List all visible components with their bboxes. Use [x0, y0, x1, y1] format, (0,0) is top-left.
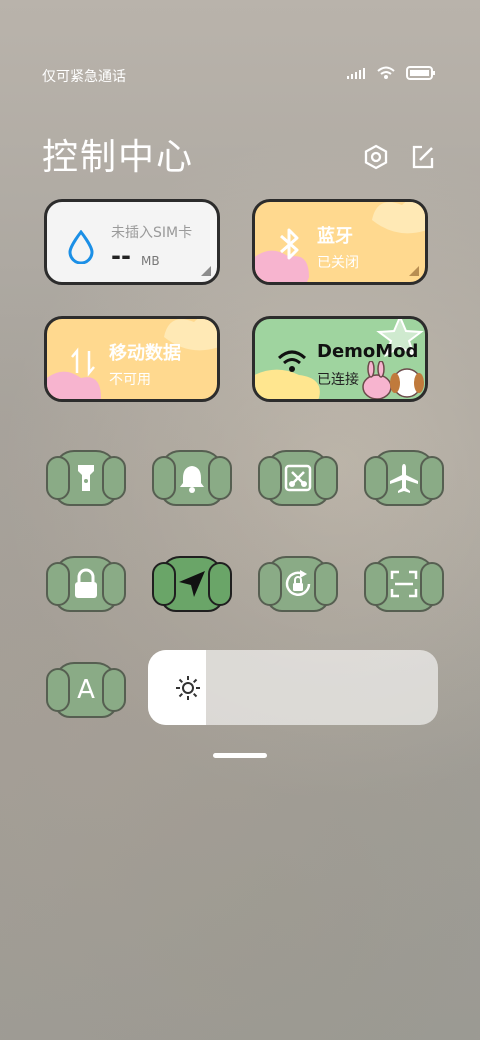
screenshot-toggle[interactable] [258, 450, 338, 506]
ear-decoration [364, 456, 388, 500]
scan-icon [390, 570, 418, 598]
auto-brightness-toggle[interactable]: A [46, 662, 126, 718]
data-usage-tile[interactable]: 未插入SIM卡 -- MB [44, 199, 220, 285]
auto-brightness-icon: A [77, 675, 95, 705]
mobile-data-label: 移动数据 [109, 343, 181, 364]
location-toggle[interactable] [152, 556, 232, 612]
bluetooth-status: 已关闭 [317, 255, 359, 271]
edit-icon[interactable] [410, 144, 436, 170]
ear-decoration [314, 456, 338, 500]
wifi-icon [277, 350, 307, 372]
lock-icon [75, 568, 97, 598]
data-value: -- [111, 242, 131, 270]
settings-icon[interactable] [363, 144, 389, 170]
signal-icon [347, 68, 365, 79]
brightness-slider[interactable] [148, 650, 438, 725]
rotation-lock-toggle[interactable] [258, 556, 338, 612]
ear-decoration [208, 456, 232, 500]
ear-decoration [46, 456, 70, 500]
airplane-toggle[interactable] [364, 450, 444, 506]
rotation-lock-icon [285, 570, 311, 596]
wifi-status-icon [377, 66, 395, 79]
close-handle[interactable] [213, 753, 267, 758]
corner-icon [409, 266, 419, 276]
ear-decoration [46, 562, 70, 606]
lock-toggle[interactable] [46, 556, 126, 612]
bluetooth-icon [280, 228, 299, 260]
ear-decoration [258, 456, 282, 500]
mobile-data-icon [71, 347, 95, 377]
page-title: 控制中心 [42, 137, 195, 178]
ear-decoration [102, 456, 126, 500]
carrier-label: 仅可紧急通话 [42, 69, 126, 85]
bell-toggle[interactable] [152, 450, 232, 506]
ear-decoration [152, 456, 176, 500]
ear-decoration [46, 668, 70, 712]
mobile-data-tile[interactable]: 移动数据 不可用 [44, 316, 220, 402]
mobile-data-status: 不可用 [109, 372, 151, 388]
sim-status-label: 未插入SIM卡 [111, 225, 193, 241]
corner-icon [201, 266, 211, 276]
ear-decoration [420, 456, 444, 500]
wifi-network-name: DemoMod [317, 341, 419, 362]
wifi-status: 已连接 [317, 372, 359, 388]
bell-icon [180, 466, 204, 493]
location-icon [179, 571, 205, 597]
ear-decoration [102, 562, 126, 606]
ear-decoration [102, 668, 126, 712]
bluetooth-tile[interactable]: 蓝牙 已关闭 [252, 199, 428, 285]
ear-decoration [314, 562, 338, 606]
battery-icon [406, 66, 435, 80]
status-bar: 仅可紧急通话 [42, 62, 436, 90]
data-unit: MB [141, 254, 160, 268]
ear-decoration [208, 562, 232, 606]
cloud-decoration [372, 202, 425, 234]
screenshot-icon [284, 464, 312, 492]
water-drop-icon [68, 230, 94, 264]
sticker-characters-decoration [362, 361, 424, 399]
ear-decoration [420, 562, 444, 606]
scan-toggle[interactable] [364, 556, 444, 612]
ear-decoration [364, 562, 388, 606]
wifi-tile[interactable]: DemoMod 已连接 [252, 316, 428, 402]
airplane-icon [390, 464, 418, 493]
flashlight-icon [78, 465, 94, 491]
status-icons [346, 66, 436, 80]
ear-decoration [152, 562, 176, 606]
sun-icon [176, 676, 200, 700]
flashlight-toggle[interactable] [46, 450, 126, 506]
ear-decoration [258, 562, 282, 606]
bluetooth-label: 蓝牙 [317, 226, 353, 247]
